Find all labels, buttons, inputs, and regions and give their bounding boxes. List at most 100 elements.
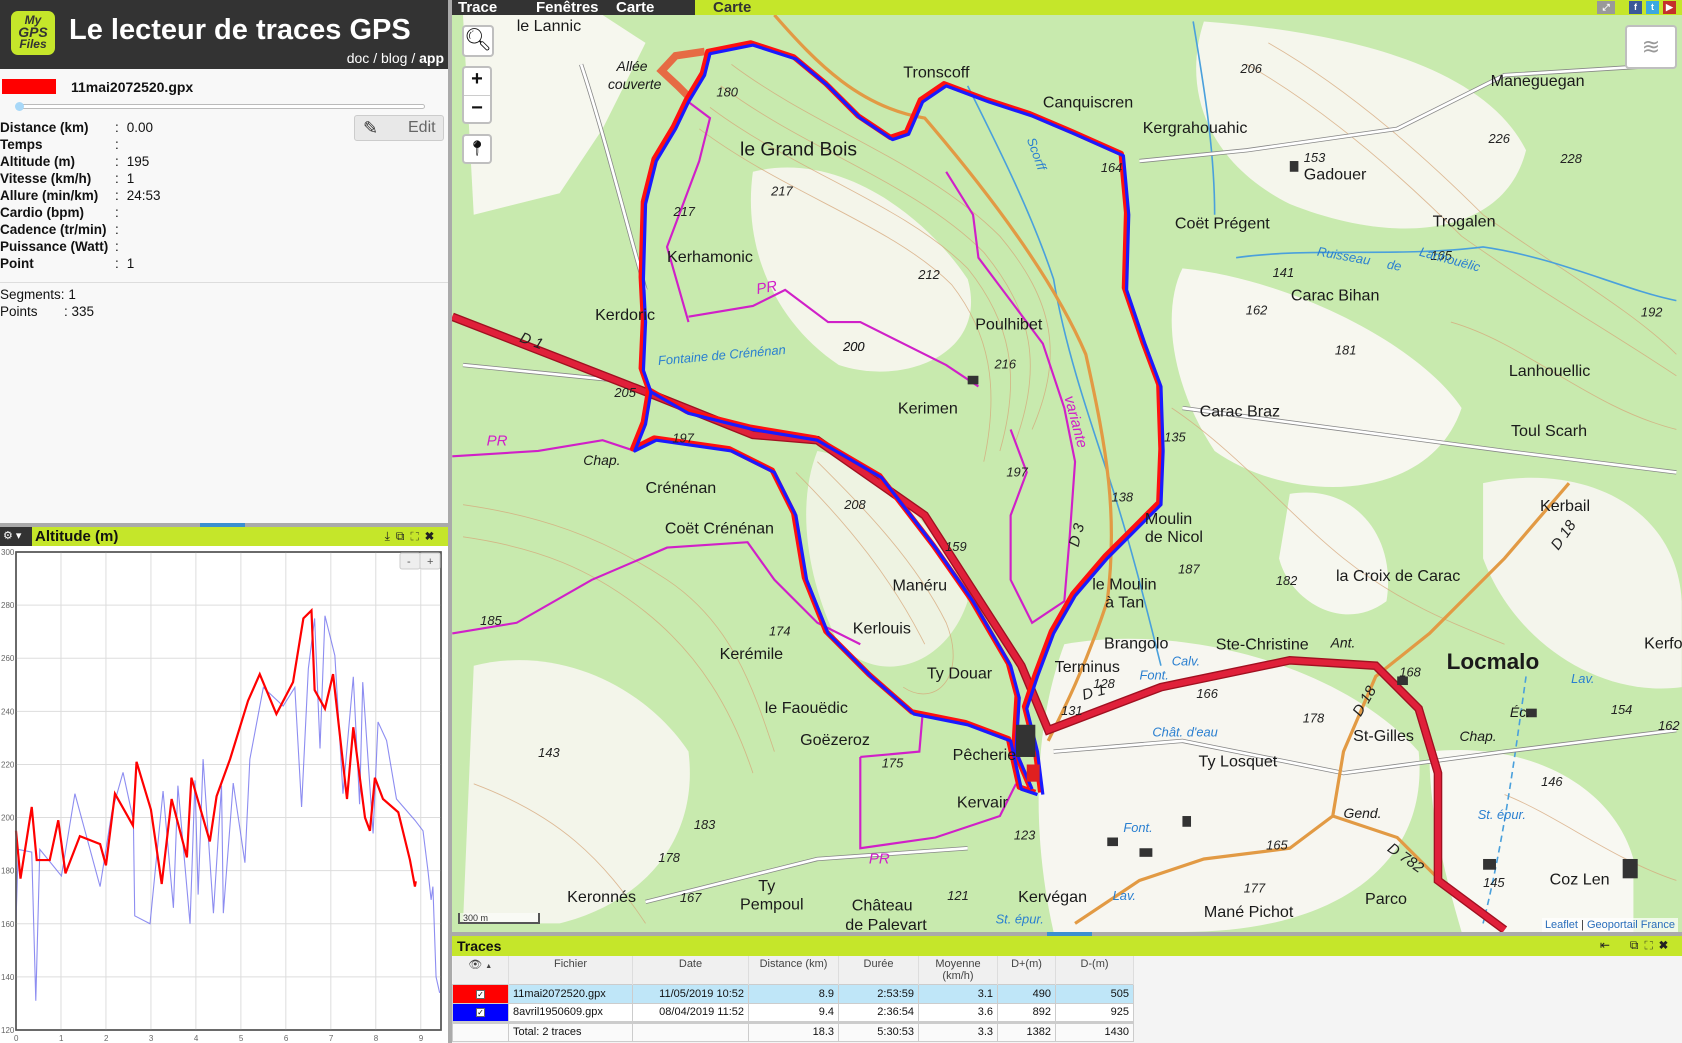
place-label: Ste-Christine — [1216, 636, 1309, 654]
stat-value: 24:53 — [126, 188, 161, 203]
locate-button[interactable]: 📍︎ — [462, 134, 492, 164]
place-label: Carac Bihan — [1291, 287, 1380, 305]
place-label: Kerlouis — [853, 619, 911, 637]
place-label: Mané Pichot — [1204, 903, 1294, 921]
popout-icon[interactable]: ⧉ — [396, 529, 411, 543]
place-label: Chap. — [583, 452, 620, 468]
empty-cell — [632, 1020, 749, 1042]
youtube-icon[interactable]: ▶ — [1663, 1, 1676, 14]
distance-cell: 8.9 — [748, 983, 839, 1004]
gear-icon[interactable]: ⚙ ▾ — [0, 527, 32, 546]
height-label: 164 — [1101, 160, 1122, 175]
zoom-out-button[interactable]: − — [464, 96, 490, 120]
place-label: Allée — [616, 58, 648, 74]
tab-carte[interactable]: Carte — [616, 0, 654, 16]
tab-trace[interactable]: Trace — [458, 0, 497, 16]
water-label: Font. — [1123, 820, 1152, 835]
maximize-icon[interactable]: ⛶ — [410, 529, 424, 543]
date-cell: 08/04/2019 11:52 — [632, 1002, 749, 1023]
plot-area — [15, 551, 442, 1031]
topo-map[interactable]: le Lannic Allée couverte Tronscoff Canquiscr… — [452, 15, 1682, 932]
water-label: Chât. d'eau — [1152, 725, 1217, 740]
water-label: Font. — [1139, 668, 1168, 683]
column-header[interactable]: D-(m) — [1055, 956, 1134, 984]
height-label: 145 — [1483, 875, 1505, 890]
track-color-swatch[interactable] — [2, 79, 56, 94]
height-label: 181 — [1335, 342, 1356, 357]
visibility-column-header[interactable]: 👁︎ ▲ — [452, 956, 509, 984]
tab-fenetres[interactable]: Fenêtres — [536, 0, 599, 16]
dock-icon[interactable]: ⇤ — [1600, 938, 1616, 952]
close-icon[interactable]: ✖ — [425, 529, 440, 543]
trace-color-cell[interactable]: ✓ — [452, 983, 509, 1004]
place-label: St-Gilles — [1353, 727, 1414, 745]
place-label: Trogalen — [1433, 213, 1496, 231]
column-header[interactable]: Distance (km) — [748, 956, 839, 984]
column-header[interactable]: Durée — [838, 956, 919, 984]
water-label: Lav. — [1113, 888, 1136, 903]
height-label: 135 — [1164, 429, 1186, 444]
height-label: 183 — [694, 817, 716, 832]
separator: | — [1577, 919, 1587, 931]
popout-icon[interactable]: ⧉ — [1630, 938, 1645, 952]
height-label: 208 — [843, 497, 866, 512]
geoportail-link[interactable]: Geoportail France — [1587, 919, 1675, 931]
visibility-checkbox[interactable]: ✓ — [476, 989, 485, 999]
y-tick-label: 120 — [1, 1026, 15, 1035]
column-header[interactable]: D+(m) — [997, 956, 1056, 984]
column-header[interactable]: Fichier — [508, 956, 633, 984]
x-tick-label: 6 — [284, 1034, 289, 1043]
leaflet-link[interactable]: Leaflet — [1545, 919, 1578, 931]
height-label: 217 — [672, 204, 695, 219]
app-link[interactable]: app — [419, 50, 444, 66]
layers-button[interactable]: ≋ — [1625, 25, 1677, 69]
stat-row: Vitesse (km/h):1 — [0, 171, 135, 186]
height-label: 178 — [1303, 711, 1325, 726]
total-duration: 5:30:53 — [838, 1020, 919, 1042]
facebook-icon[interactable]: f — [1629, 1, 1642, 14]
slider-handle[interactable] — [15, 102, 24, 111]
table-row[interactable]: ✓ 8avril1950609.gpx 08/04/2019 11:52 9.4… — [452, 1002, 1134, 1023]
search-button[interactable]: 🔍︎ — [462, 25, 494, 57]
app-title: Le lecteur de traces GPS — [69, 14, 411, 46]
trace-color-cell[interactable]: ✓ — [452, 1002, 509, 1023]
place-label: Kerdoric — [595, 306, 655, 324]
stat-label: Point — [0, 256, 34, 271]
fullscreen-icon[interactable]: ⤢ — [1597, 1, 1615, 14]
place-label: Manéru — [893, 577, 948, 595]
table-row[interactable]: ✓ 11mai2072520.gpx 11/05/2019 10:52 8.9 … — [452, 983, 1134, 1004]
close-icon[interactable]: ✖ — [1659, 938, 1674, 952]
zoom-in-button[interactable]: + — [464, 68, 490, 96]
column-header[interactable]: Date — [632, 956, 749, 984]
altitude-chart[interactable]: 120 140 160 180 200 220 240 260 280 300 0 1 2 3 4 5 6 7 8 9… — [0, 546, 448, 1043]
stat-label: Cardio (bpm) — [0, 205, 84, 220]
column-header[interactable]: Moyenne (km/h) — [918, 956, 998, 984]
edit-button[interactable]: ✎ Edit — [354, 115, 444, 141]
stat-label: Allure (min/km) — [0, 188, 99, 203]
place-label: Crénénan — [646, 479, 717, 497]
y-tick-label: 180 — [1, 867, 15, 876]
map[interactable]: le Lannic Allée couverte Tronscoff Canquiscr… — [452, 15, 1682, 932]
app-logo[interactable]: My GPS Files — [11, 11, 55, 55]
place-label: Lanhouellic — [1509, 362, 1590, 380]
height-label: 162 — [1246, 303, 1267, 318]
chart-zoom-out-button-label[interactable]: - — [407, 556, 411, 568]
chart-zoom-in-button-label[interactable]: + — [427, 556, 433, 568]
file-cell[interactable]: 8avril1950609.gpx — [508, 1002, 633, 1023]
location-pin-icon: 📍︎ — [467, 140, 487, 157]
track-position-slider[interactable] — [20, 104, 425, 109]
file-cell[interactable]: 11mai2072520.gpx — [508, 983, 633, 1004]
maximize-icon[interactable]: ⛶ — [1644, 938, 1658, 952]
road-label: PR — [755, 278, 779, 298]
x-tick-label: 2 — [104, 1034, 109, 1043]
place-label: Maneguegan — [1491, 72, 1585, 90]
twitter-icon[interactable]: t — [1646, 1, 1659, 14]
doc-link[interactable]: doc — [347, 50, 370, 66]
place-label: le Lannic — [517, 17, 581, 35]
blog-link[interactable]: blog — [381, 50, 407, 66]
place-label: Ty Douar — [927, 665, 993, 683]
visibility-checkbox[interactable]: ✓ — [476, 1008, 485, 1017]
height-label: 178 — [658, 850, 680, 865]
total-avg-speed: 3.3 — [918, 1020, 998, 1042]
download-icon[interactable]: ⤓ — [385, 529, 396, 543]
